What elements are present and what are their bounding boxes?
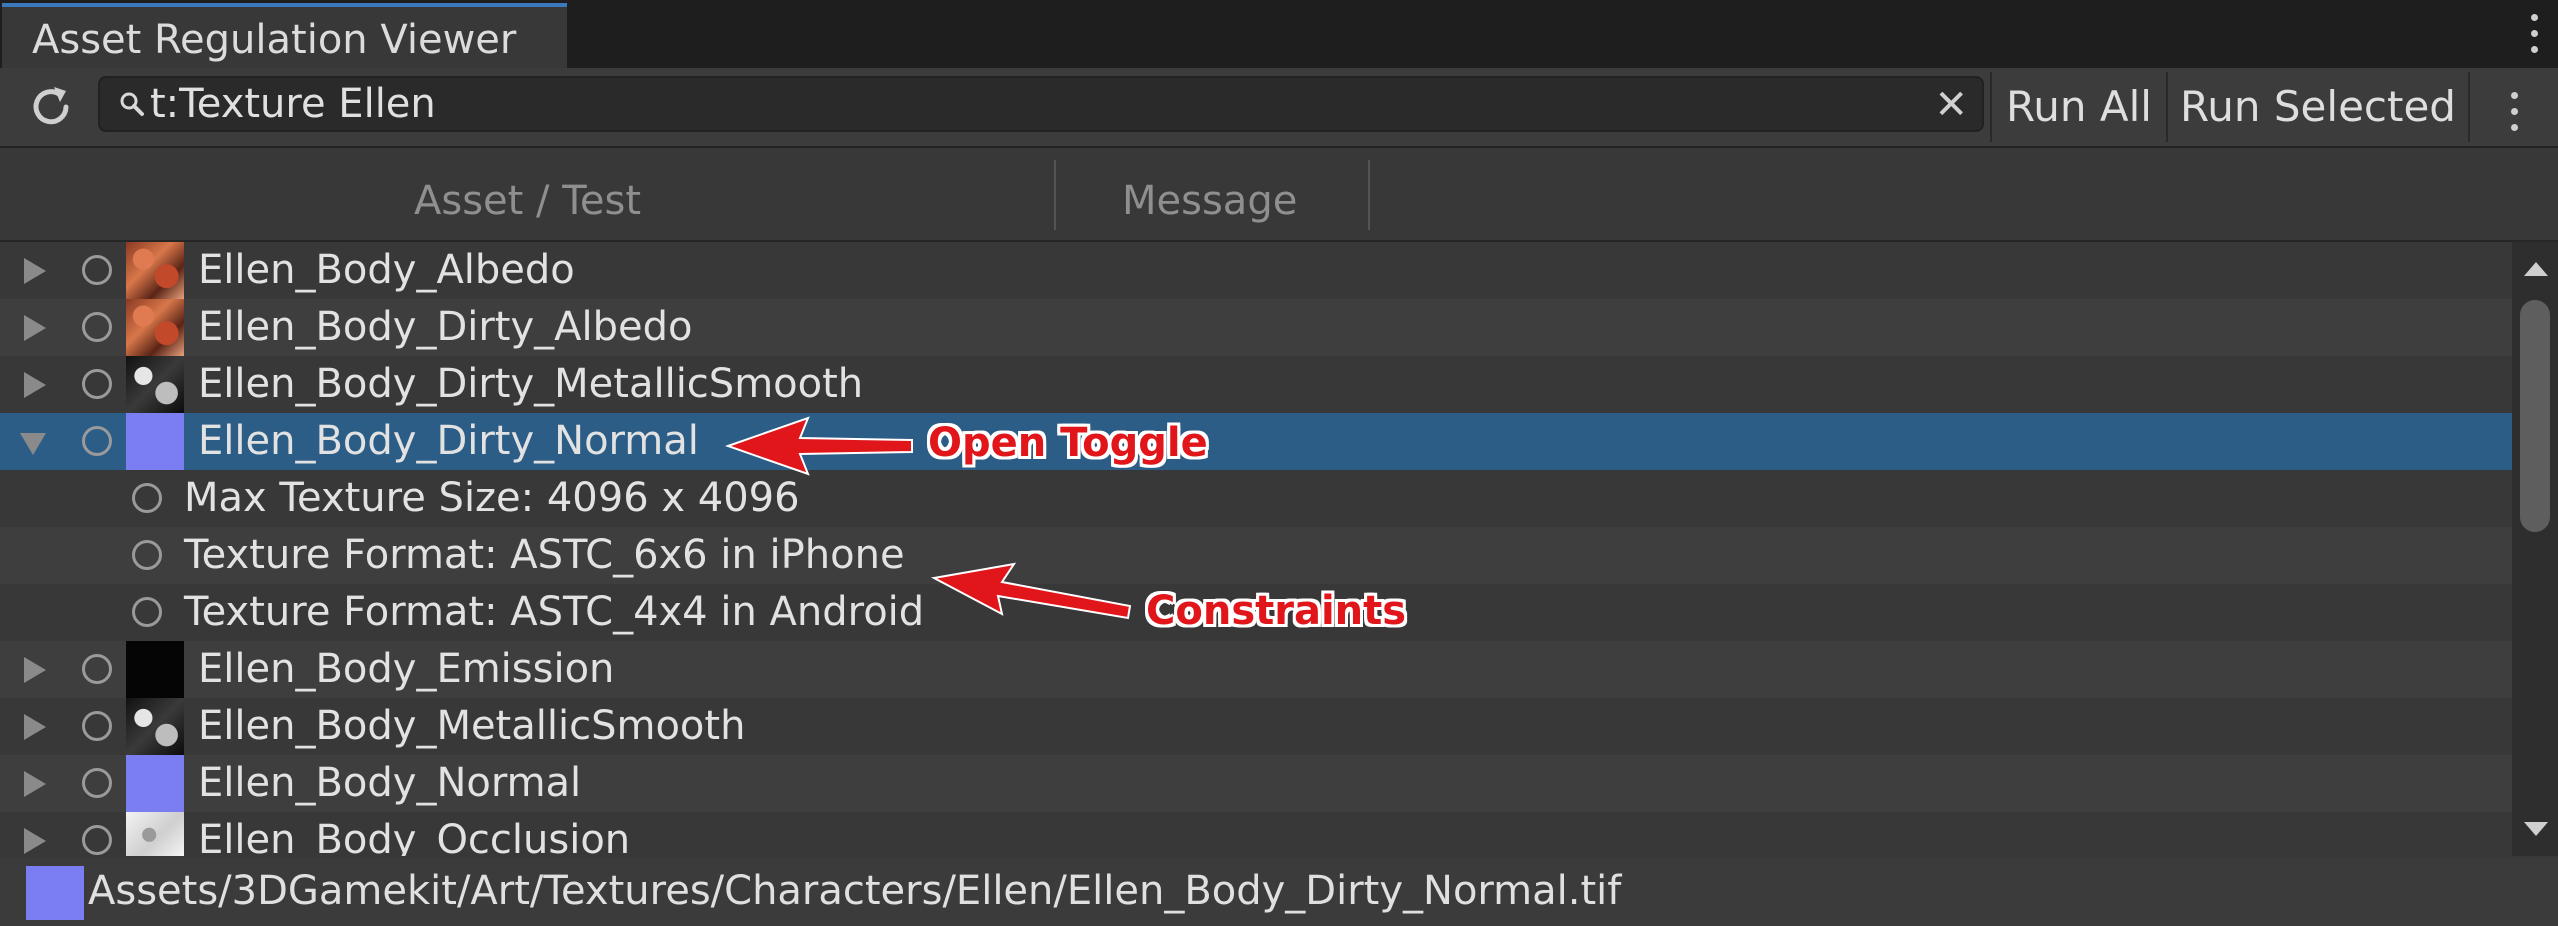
asset-name: Ellen_Body_MetallicSmooth bbox=[198, 703, 746, 749]
expand-toggle-icon[interactable] bbox=[24, 258, 46, 284]
test-status-icon bbox=[82, 654, 112, 684]
test-status-icon bbox=[82, 255, 112, 285]
asset-name: Ellen_Body_Normal bbox=[198, 760, 582, 806]
test-status-icon bbox=[82, 711, 112, 741]
selected-asset-thumbnail bbox=[26, 866, 84, 920]
constraint-label: Texture Format: ASTC_4x4 in Android bbox=[184, 589, 925, 635]
asset-name: Ellen_Body_Dirty_MetallicSmooth bbox=[198, 361, 864, 407]
test-status-icon bbox=[82, 369, 112, 399]
status-bar: Assets/3DGamekit/Art/Textures/Characters… bbox=[0, 858, 2558, 926]
column-resize-handle[interactable] bbox=[1368, 160, 1370, 230]
expand-toggle-icon[interactable] bbox=[24, 828, 46, 854]
window-menu-icon[interactable] bbox=[2528, 14, 2540, 54]
scroll-up-icon[interactable] bbox=[2524, 262, 2548, 276]
asset-row[interactable]: Ellen_Body_Dirty_Albedo bbox=[0, 299, 2512, 356]
texture-thumbnail bbox=[126, 698, 184, 755]
clear-search-icon[interactable]: ✕ bbox=[1934, 82, 1968, 128]
texture-thumbnail bbox=[126, 812, 184, 856]
expand-toggle-icon[interactable] bbox=[24, 771, 46, 797]
test-row[interactable]: Texture Format: ASTC_6x6 in iPhone bbox=[0, 527, 2512, 584]
asset-row[interactable]: Ellen_Body_MetallicSmooth bbox=[0, 698, 2512, 755]
column-resize-handle[interactable] bbox=[1054, 160, 1056, 230]
column-header-message[interactable]: Message bbox=[1122, 178, 1297, 224]
expand-toggle-icon[interactable] bbox=[24, 714, 46, 740]
test-status-icon bbox=[132, 540, 162, 570]
asset-row[interactable]: Ellen_Body_Occlusion bbox=[0, 812, 2512, 856]
expand-toggle-icon[interactable] bbox=[24, 315, 46, 341]
scrollbar-thumb[interactable] bbox=[2520, 300, 2550, 532]
asset-tree: Ellen_Body_Albedo Ellen_Body_Dirty_Albedo… bbox=[0, 242, 2512, 856]
column-header-asset-test[interactable]: Asset / Test bbox=[414, 178, 641, 224]
window-title: Asset Regulation Viewer bbox=[32, 17, 517, 63]
asset-row[interactable]: Ellen_Body_Dirty_MetallicSmooth bbox=[0, 356, 2512, 413]
selected-asset-path: Assets/3DGamekit/Art/Textures/Characters… bbox=[88, 868, 1622, 914]
toolbar-menu-icon[interactable] bbox=[2468, 72, 2558, 142]
refresh-icon[interactable] bbox=[26, 82, 76, 132]
asset-row[interactable]: Ellen_Body_Emission bbox=[0, 641, 2512, 698]
asset-name: Ellen_Body_Emission bbox=[198, 646, 615, 692]
run-all-button[interactable]: Run All bbox=[1990, 72, 2166, 142]
scroll-down-icon[interactable] bbox=[2524, 822, 2548, 836]
window-tab-strip: Asset Regulation Viewer bbox=[0, 0, 2558, 68]
asset-row[interactable]: Ellen_Body_Albedo bbox=[0, 242, 2512, 299]
search-icon bbox=[118, 90, 148, 120]
texture-thumbnail bbox=[126, 755, 184, 812]
texture-thumbnail bbox=[126, 356, 184, 413]
texture-thumbnail bbox=[126, 413, 184, 470]
texture-thumbnail bbox=[126, 641, 184, 698]
column-header: Asset / Test Message bbox=[0, 148, 2558, 242]
constraint-label: Texture Format: ASTC_6x6 in iPhone bbox=[184, 532, 905, 578]
asset-row[interactable]: Ellen_Body_Dirty_Normal bbox=[0, 413, 2512, 470]
asset-name: Ellen_Body_Dirty_Normal bbox=[198, 418, 699, 464]
constraint-label: Max Texture Size: 4096 x 4096 bbox=[184, 475, 800, 521]
asset-name: Ellen_Body_Occlusion bbox=[198, 817, 631, 856]
annotation-open-toggle: Open Toggle bbox=[928, 420, 1208, 466]
test-status-icon bbox=[82, 426, 112, 456]
search-field[interactable]: ✕ bbox=[98, 76, 1984, 132]
test-status-icon bbox=[132, 597, 162, 627]
search-input[interactable] bbox=[150, 80, 1900, 128]
expand-toggle-icon[interactable] bbox=[24, 372, 46, 398]
test-status-icon bbox=[82, 312, 112, 342]
test-status-icon bbox=[132, 483, 162, 513]
run-selected-button[interactable]: Run Selected bbox=[2166, 72, 2468, 142]
asset-row[interactable]: Ellen_Body_Normal bbox=[0, 755, 2512, 812]
toolbar: ✕ Run All Run Selected bbox=[0, 68, 2558, 148]
test-status-icon bbox=[82, 768, 112, 798]
asset-name: Ellen_Body_Albedo bbox=[198, 247, 575, 293]
texture-thumbnail bbox=[126, 299, 184, 356]
window-tab[interactable]: Asset Regulation Viewer bbox=[2, 3, 567, 68]
test-row[interactable]: Max Texture Size: 4096 x 4096 bbox=[0, 470, 2512, 527]
texture-thumbnail bbox=[126, 242, 184, 299]
test-status-icon bbox=[82, 825, 112, 855]
expand-toggle-icon[interactable] bbox=[24, 657, 46, 683]
vertical-scrollbar[interactable] bbox=[2512, 242, 2558, 856]
asset-name: Ellen_Body_Dirty_Albedo bbox=[198, 304, 693, 350]
annotation-constraints: Constraints bbox=[1146, 588, 1407, 634]
expand-open-toggle-icon[interactable] bbox=[20, 433, 46, 455]
